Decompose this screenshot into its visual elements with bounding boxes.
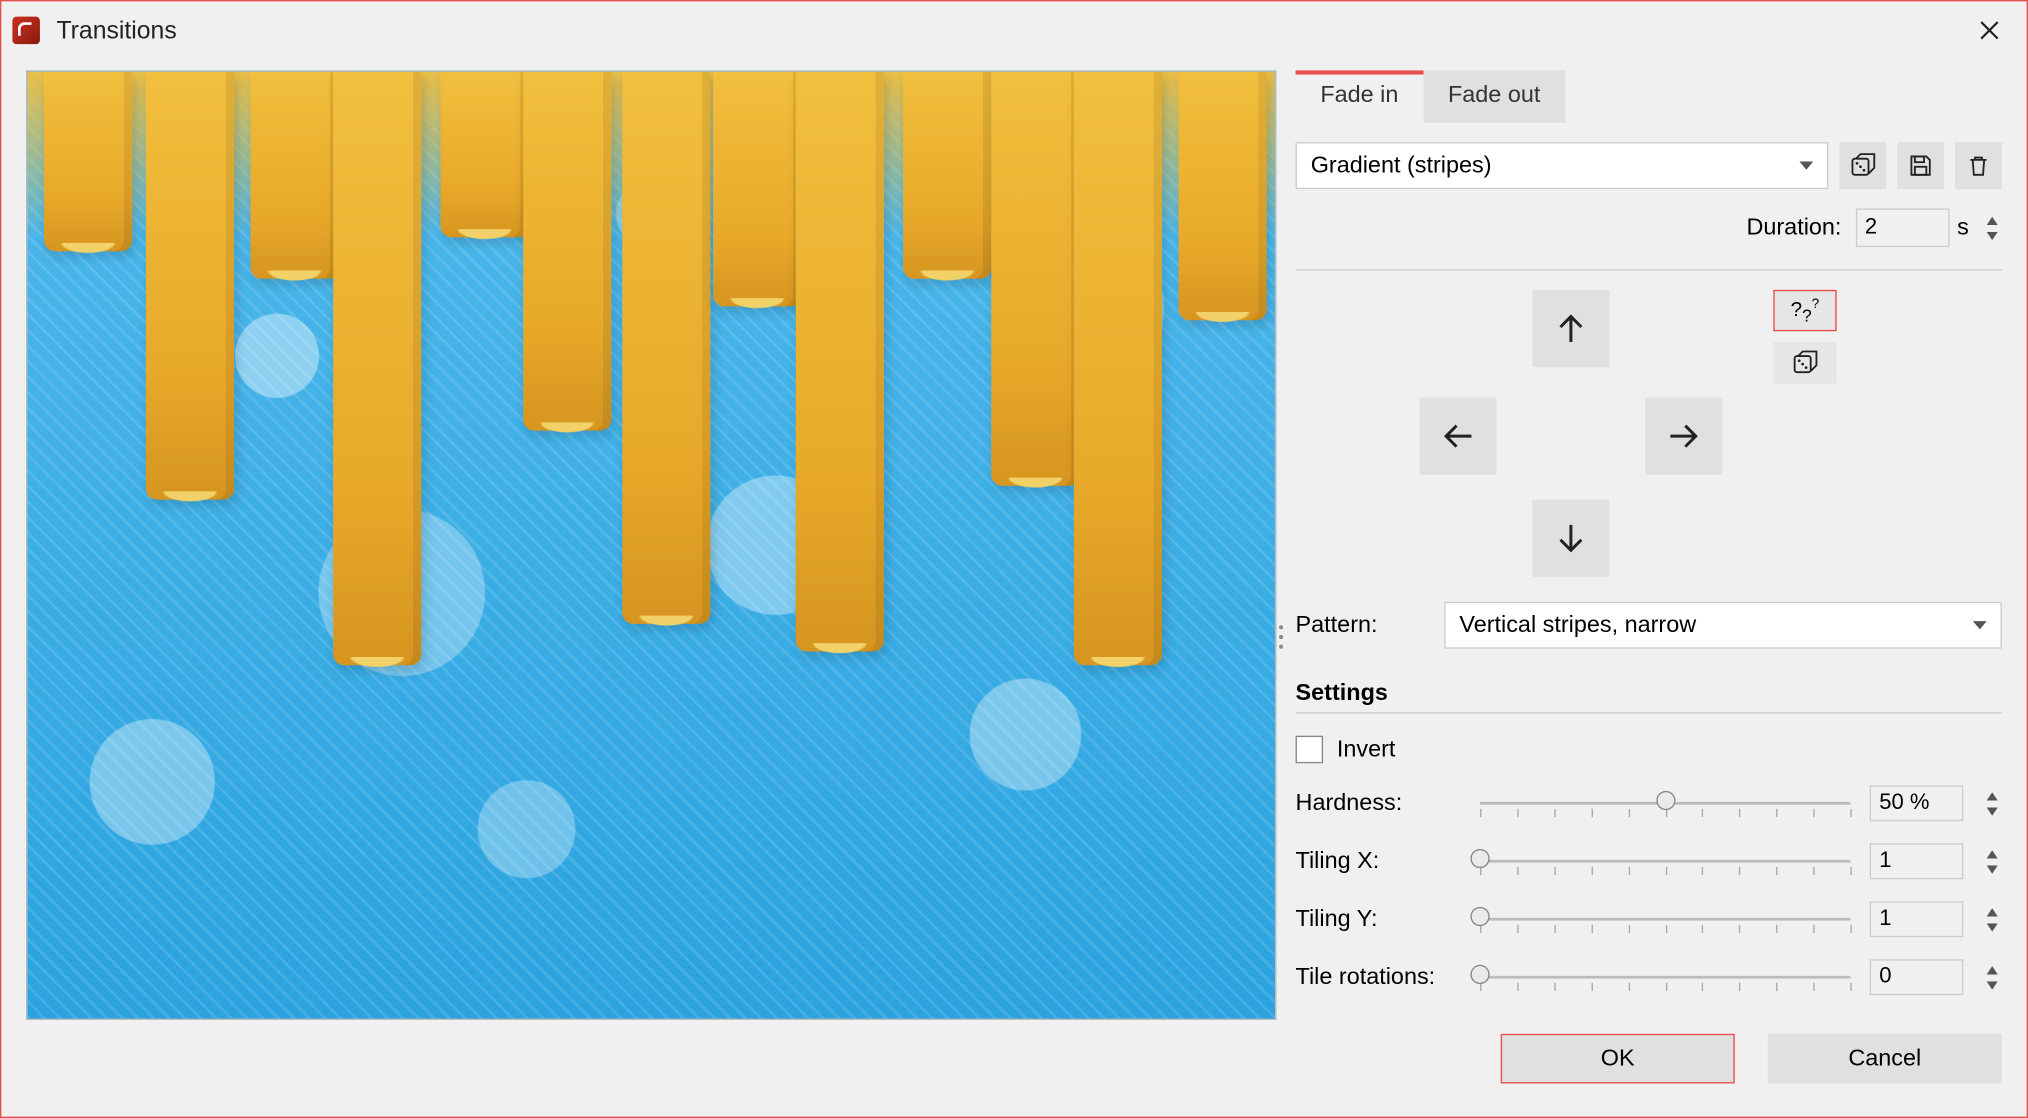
question-icon: ??? xyxy=(1791,296,1820,325)
tiling-x-slider[interactable] xyxy=(1480,845,1850,878)
dice-icon xyxy=(1791,349,1819,377)
settings-heading: Settings xyxy=(1296,679,2002,707)
floppy-icon xyxy=(1907,152,1935,180)
spinner-down-icon[interactable] xyxy=(1983,861,2002,876)
preview-top-wash xyxy=(28,72,1275,238)
app-icon xyxy=(12,17,40,45)
direction-left-button[interactable] xyxy=(1419,398,1496,475)
chevron-down-icon xyxy=(1799,161,1813,169)
delete-preset-button[interactable] xyxy=(1955,142,2002,189)
tile-rotations-slider[interactable] xyxy=(1480,961,1850,994)
spinner-up-icon[interactable] xyxy=(1983,846,2002,861)
resize-grip-icon[interactable] xyxy=(1279,625,1283,648)
spinner-down-icon[interactable] xyxy=(1983,977,2002,992)
duration-spinner[interactable] xyxy=(1983,213,2002,243)
arrow-up-icon xyxy=(1553,311,1589,347)
spinner-down-icon[interactable] xyxy=(1983,803,2002,818)
direction-down-button[interactable] xyxy=(1532,500,1609,577)
options-panel: Fade in Fade out Gradient (stripes) xyxy=(1296,70,2002,1097)
hardness-slider[interactable] xyxy=(1480,787,1850,820)
tiling-y-spinner[interactable] xyxy=(1983,904,2002,934)
arrow-right-icon xyxy=(1666,418,1702,454)
tab-fade-out[interactable]: Fade out xyxy=(1423,70,1565,122)
window-title: Transitions xyxy=(56,16,176,45)
close-button[interactable] xyxy=(1963,10,2015,51)
close-icon xyxy=(1980,21,1999,40)
tile-rotations-input[interactable] xyxy=(1870,959,1964,995)
tiling-x-spinner[interactable] xyxy=(1983,846,2002,876)
random-mode-button[interactable]: ??? xyxy=(1773,290,1836,331)
trash-icon xyxy=(1965,152,1993,180)
tile-rotations-spinner[interactable] xyxy=(1983,962,2002,992)
hardness-input[interactable] xyxy=(1870,785,1964,821)
spinner-up-icon[interactable] xyxy=(1983,788,2002,803)
random-dice-button[interactable] xyxy=(1773,342,1836,383)
save-preset-button[interactable] xyxy=(1897,142,1944,189)
transition-type-value: Gradient (stripes) xyxy=(1311,152,1492,180)
tiling-x-input[interactable] xyxy=(1870,843,1964,879)
tiling-y-label: Tiling Y: xyxy=(1296,905,1461,933)
cancel-button[interactable]: Cancel xyxy=(1768,1034,2002,1084)
transitions-dialog: Transitions Fade in Fade out Gradient (s… xyxy=(0,0,2028,1118)
arrow-left-icon xyxy=(1440,418,1476,454)
tiling-y-input[interactable] xyxy=(1870,901,1964,937)
pattern-value: Vertical stripes, narrow xyxy=(1459,611,1696,639)
titlebar: Transitions xyxy=(1,1,2026,59)
direction-up-button[interactable] xyxy=(1532,290,1609,367)
randomize-button[interactable] xyxy=(1839,142,1886,189)
preview-pane xyxy=(26,70,1276,1020)
invert-label: Invert xyxy=(1337,736,1396,764)
direction-section: ??? xyxy=(1296,290,2002,594)
direction-right-button[interactable] xyxy=(1645,398,1722,475)
divider xyxy=(1296,269,2002,270)
duration-input[interactable] xyxy=(1855,208,1949,247)
spinner-up-icon[interactable] xyxy=(1983,962,2002,977)
dice-icon xyxy=(1849,152,1877,180)
tab-strip: Fade in Fade out xyxy=(1296,70,2002,122)
duration-label: Duration: xyxy=(1746,214,1841,242)
spinner-down-icon[interactable] xyxy=(1983,919,2002,934)
tile-rotations-label: Tile rotations: xyxy=(1296,963,1461,991)
tab-fade-in[interactable]: Fade in xyxy=(1296,70,1424,122)
ok-button[interactable]: OK xyxy=(1501,1034,1735,1084)
spinner-up-icon[interactable] xyxy=(1983,213,2002,228)
transition-type-select[interactable]: Gradient (stripes) xyxy=(1296,142,1829,189)
chevron-down-icon xyxy=(1973,621,1987,629)
arrow-down-icon xyxy=(1553,520,1589,556)
spinner-down-icon[interactable] xyxy=(1983,228,2002,243)
divider xyxy=(1296,712,2002,713)
duration-unit: s xyxy=(1957,214,1969,242)
pattern-label: Pattern: xyxy=(1296,611,1420,639)
spinner-up-icon[interactable] xyxy=(1983,904,2002,919)
hardness-label: Hardness: xyxy=(1296,790,1461,818)
tiling-x-label: Tiling X: xyxy=(1296,847,1461,875)
tiling-y-slider[interactable] xyxy=(1480,903,1850,936)
invert-checkbox[interactable] xyxy=(1296,736,1324,764)
hardness-spinner[interactable] xyxy=(1983,788,2002,818)
pattern-select[interactable]: Vertical stripes, narrow xyxy=(1444,602,2002,649)
